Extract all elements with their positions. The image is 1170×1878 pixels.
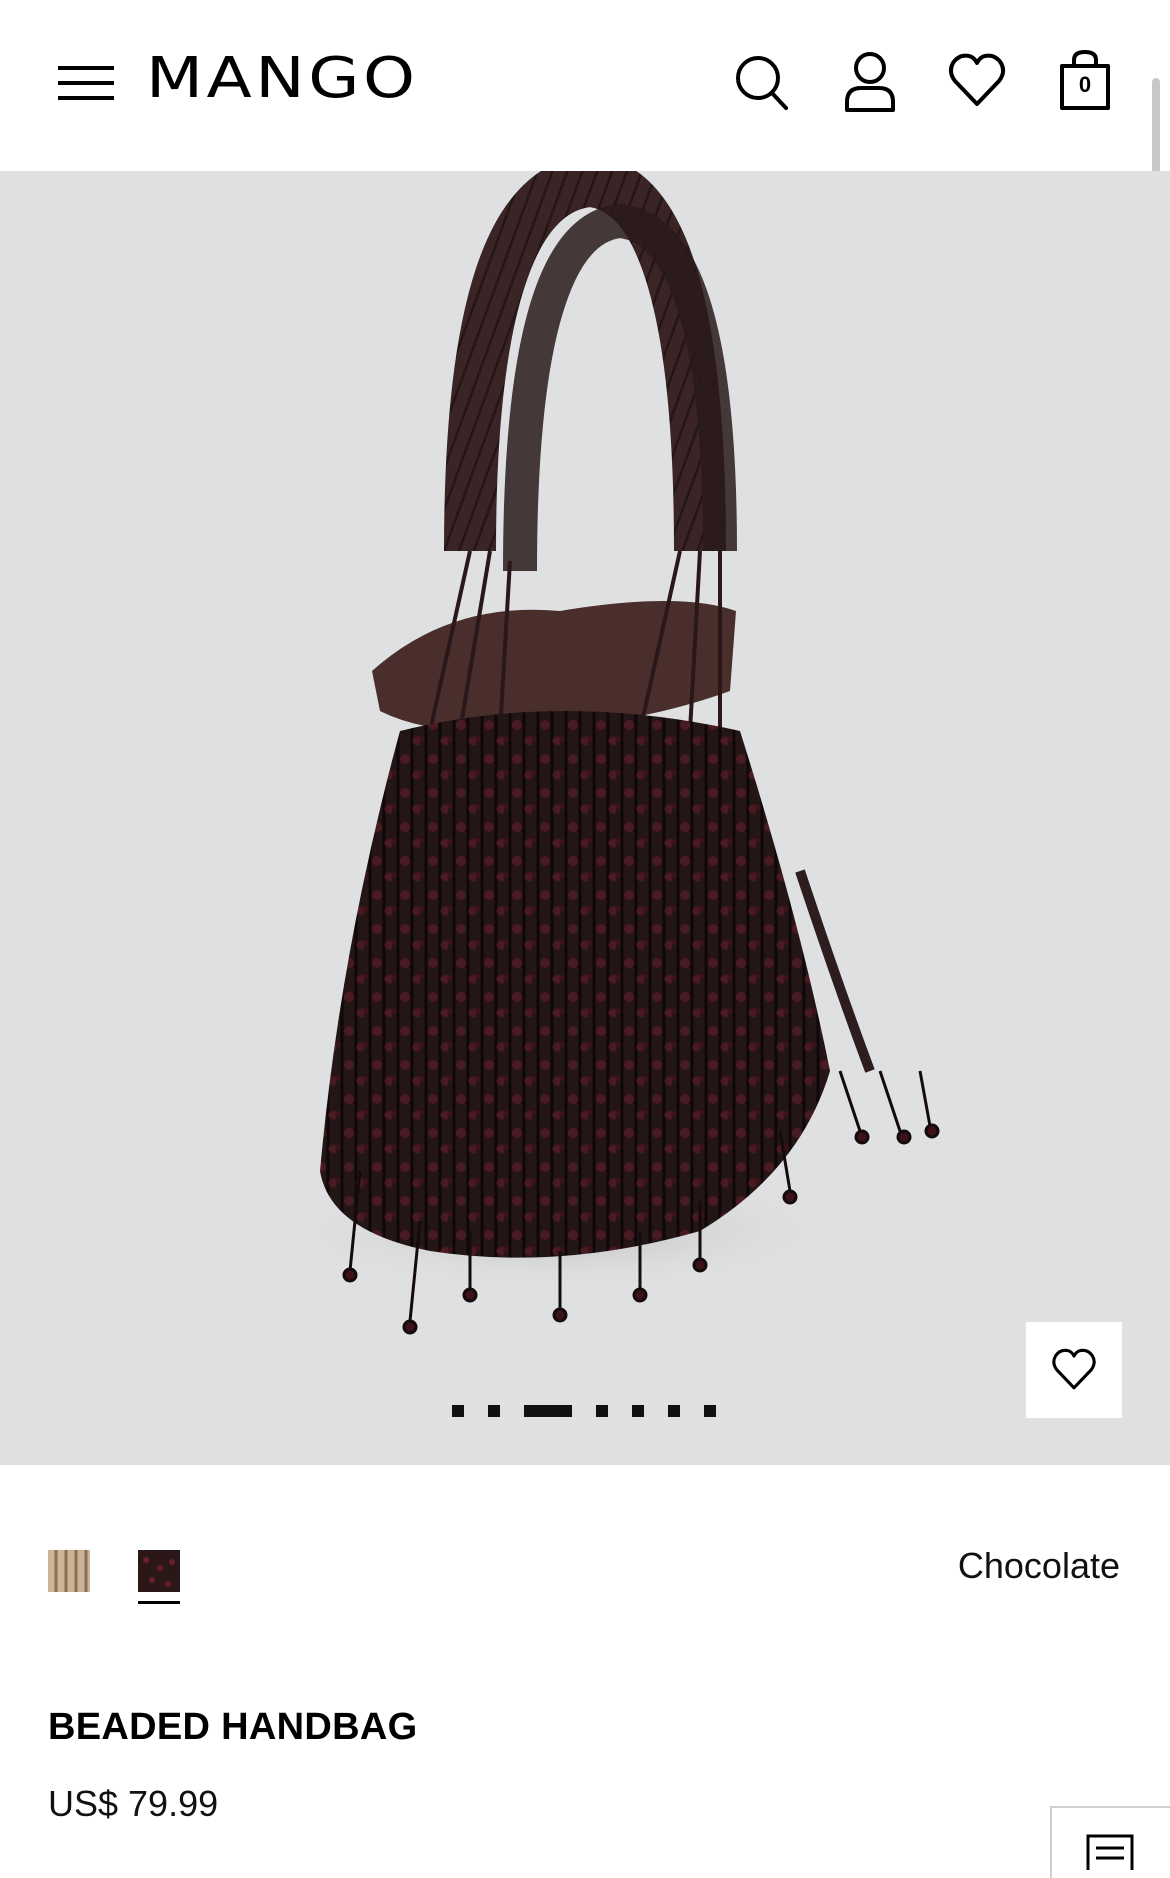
swatch-image [138, 1550, 180, 1592]
product-image [270, 171, 940, 1335]
heart-icon [948, 53, 1006, 106]
carousel-dot[interactable] [488, 1405, 500, 1417]
color-swatch-chocolate[interactable] [138, 1550, 180, 1592]
chat-button[interactable] [1050, 1806, 1170, 1878]
heart-icon [1052, 1348, 1096, 1390]
swatch-image [48, 1550, 90, 1592]
carousel-dot[interactable] [596, 1405, 608, 1417]
bag-count: 0 [1078, 72, 1092, 97]
carousel-dot[interactable] [632, 1405, 644, 1417]
selected-swatch-indicator [138, 1601, 180, 1604]
account-button[interactable] [839, 48, 901, 114]
brand-logo[interactable]: MANGO [146, 44, 419, 114]
wishlist-button[interactable] [946, 48, 1008, 114]
shopping-bag-button[interactable]: 0 [1054, 48, 1116, 114]
color-swatch-beige[interactable] [48, 1550, 90, 1592]
add-to-favorites-button[interactable] [1026, 1322, 1122, 1418]
carousel-dot[interactable] [668, 1405, 680, 1417]
chat-icon [1086, 1834, 1134, 1870]
search-button[interactable] [730, 48, 792, 114]
carousel-dot[interactable] [704, 1405, 716, 1417]
selected-color-name: Chocolate [957, 1545, 1120, 1586]
menu-button[interactable] [58, 64, 116, 102]
carousel-dot-active[interactable] [524, 1405, 572, 1417]
carousel-dot[interactable] [452, 1405, 464, 1417]
search-icon [736, 56, 788, 110]
site-header: MANGO 0 [0, 0, 1170, 171]
product-image-gallery[interactable] [0, 171, 1170, 1465]
product-price: US$ 79.99 [48, 1783, 219, 1824]
user-icon [845, 52, 895, 112]
product-title: BEADED HANDBAG [48, 1706, 418, 1748]
